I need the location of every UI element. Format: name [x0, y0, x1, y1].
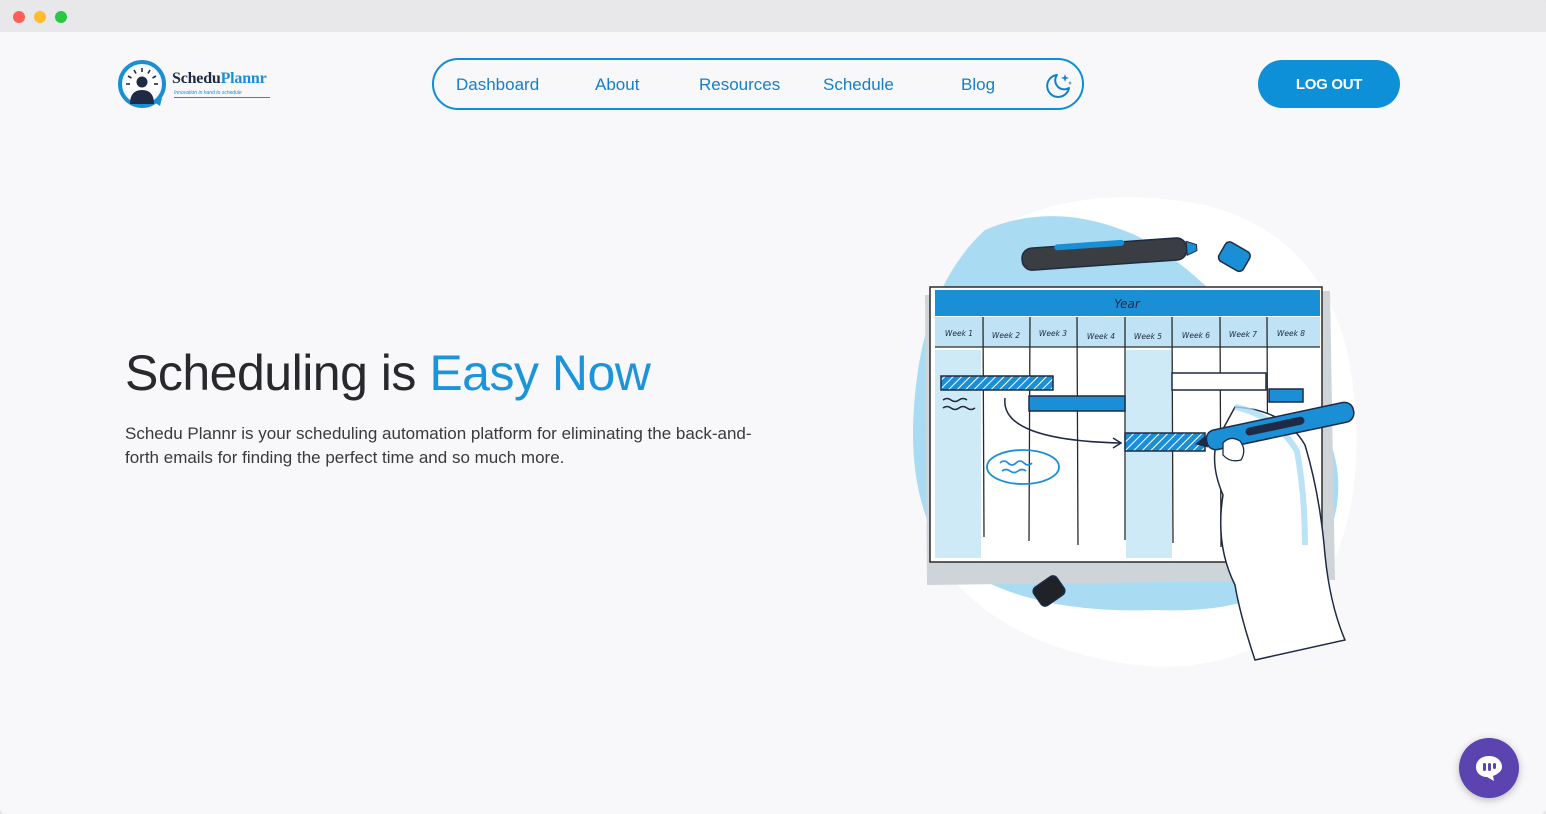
nav-item-resources[interactable]: Resources	[699, 75, 780, 95]
hero-title-highlight: Easy Now	[429, 345, 651, 401]
nav-item-dashboard[interactable]: Dashboard	[456, 75, 539, 95]
calendar-planning-illustration: Year Week 1 Week 2 Week 3 Week 4 Week 5 …	[913, 197, 1357, 667]
week-label-4: Week 4	[1087, 332, 1115, 341]
week-label-5: Week 5	[1134, 332, 1162, 341]
logout-button[interactable]: LOG OUT	[1258, 60, 1400, 108]
brand-name: ScheduPlannr	[172, 70, 267, 88]
task-bar-hatched-2	[1124, 432, 1206, 452]
brand-name-suffix: Plannr	[220, 70, 267, 87]
hero-description: Schedu Plannr is your scheduling automat…	[125, 424, 752, 467]
hero-title-plain: Scheduling is	[125, 345, 430, 401]
brand-tagline: Innovation in hand to schedule	[174, 90, 270, 98]
board-title: Year	[1114, 297, 1141, 311]
main-navigation: Dashboard About Resources Schedule Blog	[432, 58, 1084, 110]
chat-bubble-icon	[1476, 756, 1502, 781]
minimize-window-button[interactable]	[34, 11, 46, 23]
maximize-window-button[interactable]	[55, 11, 67, 23]
chat-support-button[interactable]	[1459, 738, 1519, 798]
week-label-7: Week 7	[1229, 330, 1257, 339]
week-label-6: Week 6	[1182, 331, 1210, 340]
task-bar-2	[1028, 395, 1126, 412]
week-label-2: Week 2	[992, 331, 1020, 340]
week-label-8: Week 8	[1277, 329, 1305, 338]
task-bar-small	[1268, 388, 1304, 403]
hero-title: Scheduling is Easy Now	[125, 344, 651, 402]
browser-window: ScheduPlannr Innovation in hand to sched…	[0, 0, 1546, 814]
brand-name-prefix: Schedu	[172, 70, 221, 87]
window-titlebar	[0, 0, 1546, 32]
nav-item-schedule[interactable]: Schedule	[823, 75, 894, 95]
logo-clock-person-icon	[118, 60, 166, 108]
nav-item-blog[interactable]: Blog	[961, 75, 995, 95]
brand-logo[interactable]: ScheduPlannr Innovation in hand to sched…	[118, 58, 288, 112]
task-bar-hatched-1	[940, 375, 1054, 391]
week-label-1: Week 1	[945, 329, 973, 338]
week-label-3: Week 3	[1039, 329, 1067, 338]
moon-stars-icon[interactable]	[1042, 69, 1074, 101]
nav-item-about[interactable]: About	[595, 75, 639, 95]
task-bar-empty	[1171, 372, 1267, 391]
close-window-button[interactable]	[13, 11, 25, 23]
